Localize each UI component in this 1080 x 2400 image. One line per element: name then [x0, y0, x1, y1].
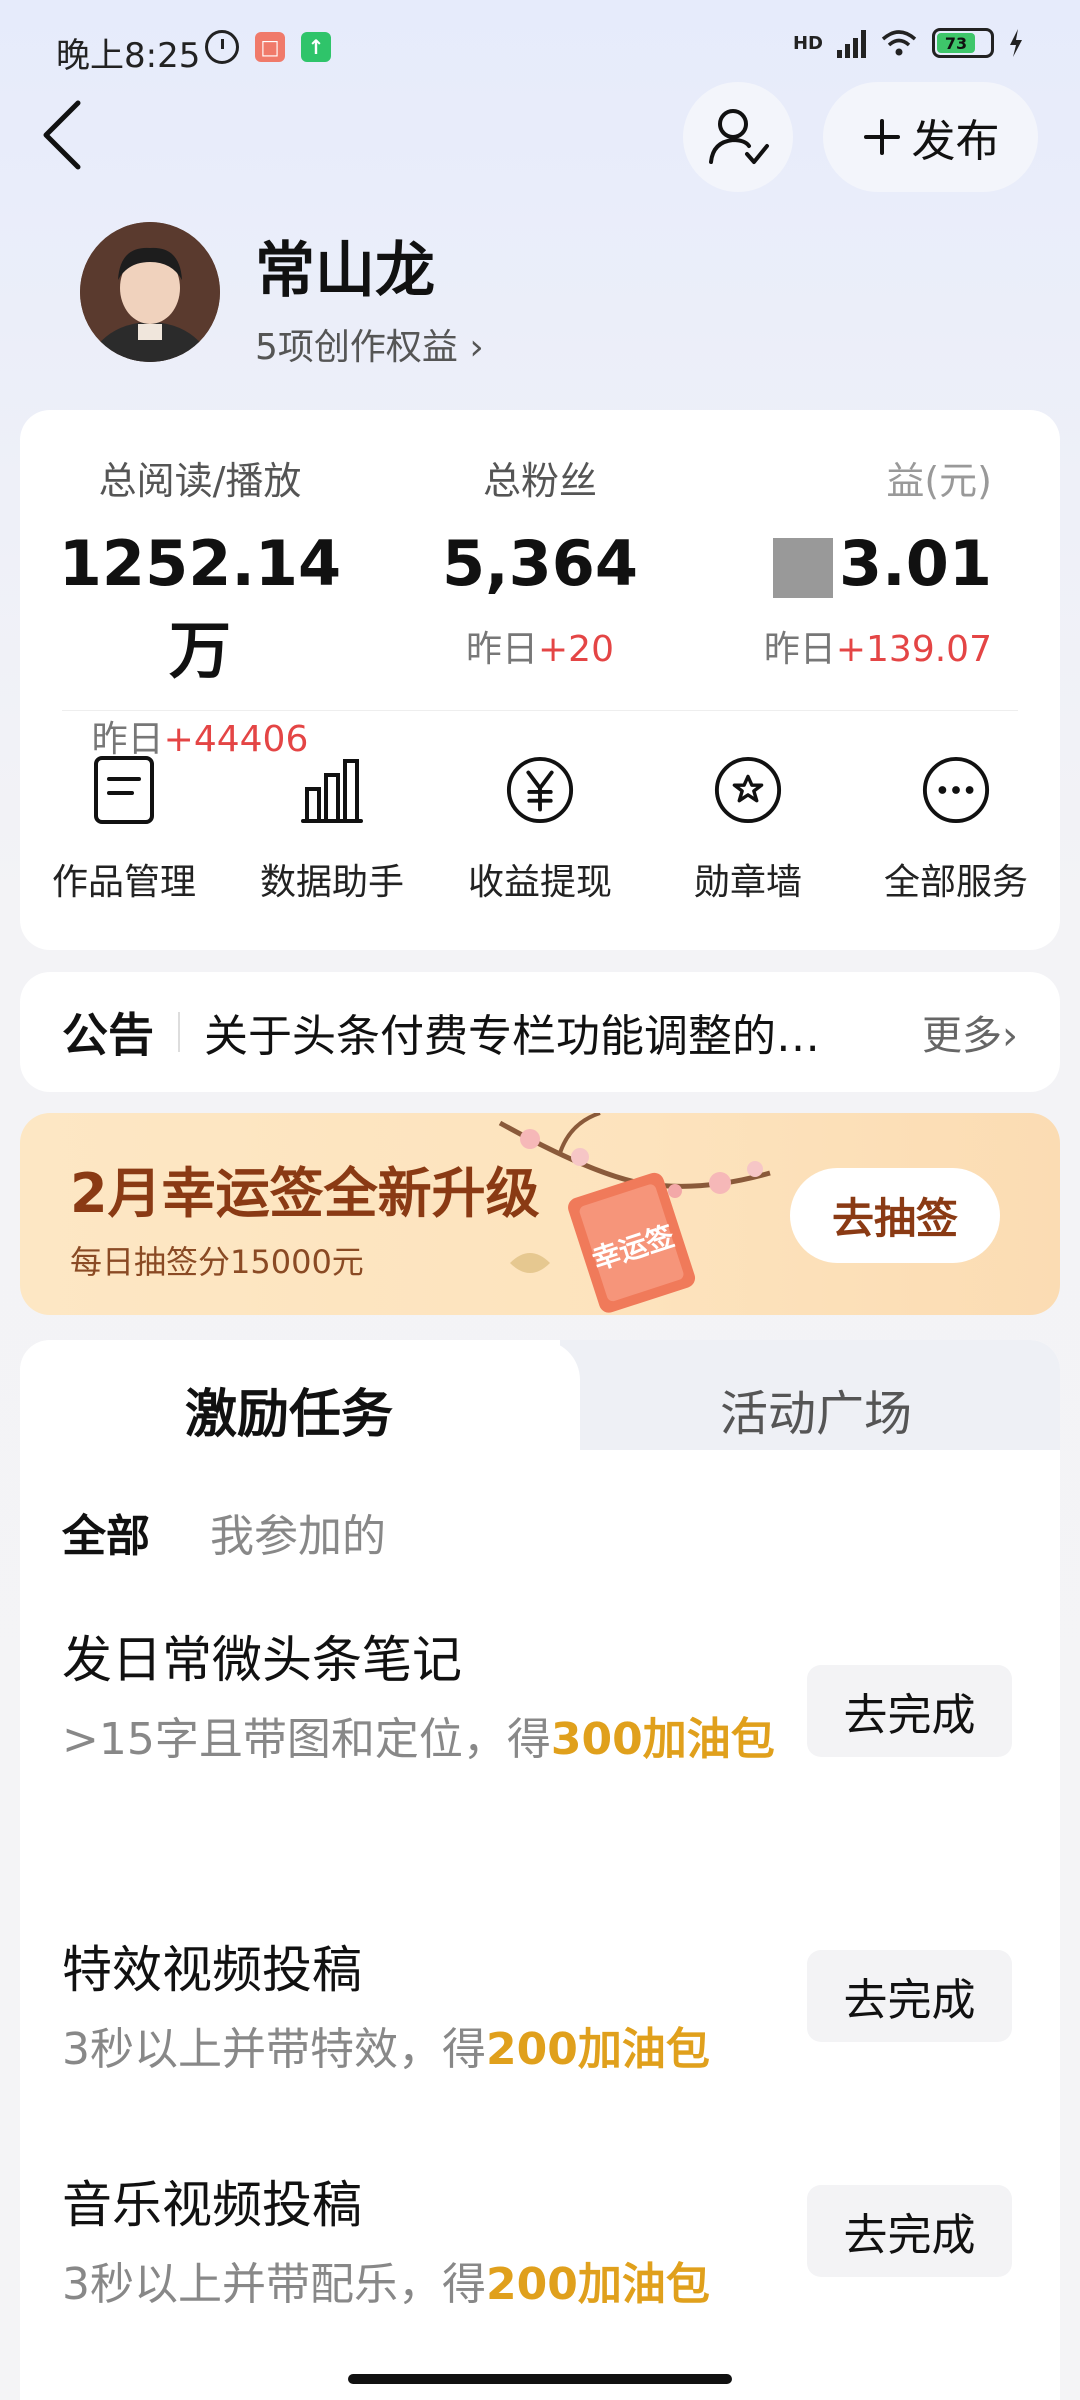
status-time: 晚上8:25 [56, 36, 201, 76]
task-complete-button[interactable]: 去完成 [807, 1950, 1012, 2042]
stat-fans-value: 5,364 [441, 527, 639, 600]
avatar-image [80, 222, 220, 362]
tool-label: 全部服务 [883, 862, 1028, 903]
task-desc: 3秒以上并带配乐，得200加油包 [62, 2255, 782, 2314]
notice-title: 公告 [62, 1008, 154, 1062]
tool-works-management[interactable]: 作品管理 [24, 755, 224, 905]
tool-all-services[interactable]: 全部服务 [856, 755, 1056, 905]
publish-label: 发布 [911, 116, 1000, 167]
bar-chart-icon [297, 755, 367, 825]
username: 常山龙 [255, 236, 435, 306]
tool-label: 作品管理 [51, 862, 196, 903]
notice-separator [178, 1012, 180, 1052]
tool-label: 勋章墙 [693, 862, 802, 903]
task-complete-button[interactable]: 去完成 [807, 2185, 1012, 2277]
task-complete-button[interactable]: 去完成 [807, 1665, 1012, 1757]
publish-button[interactable]: 发布 [823, 82, 1038, 192]
battery-icon: 73 [932, 28, 994, 58]
tool-label: 收益提现 [467, 862, 612, 903]
user-check-icon [709, 109, 769, 164]
battery-level: 73 [937, 33, 975, 53]
task-desc: >15字且带图和定位，得300加油包 [62, 1710, 782, 1769]
yen-icon [505, 755, 575, 825]
lucky-draw-banner[interactable]: 幸运签 2月幸运签全新升级 每日抽签分15000元 去抽签 [20, 1113, 1060, 1315]
task-reward: 300加油包 [550, 1714, 775, 1765]
stat-fans[interactable]: 总粉丝 5,364 昨日+20 [375, 450, 705, 672]
stat-fans-label: 总粉丝 [482, 459, 597, 503]
filter-joined[interactable]: 我参加的 [210, 1500, 386, 1564]
tool-row: 作品管理 数据助手 收益提现 勋章墙 全部服务 [20, 755, 1060, 905]
task-item: 音乐视频投稿 3秒以上并带配乐，得200加油包 去完成 [62, 2165, 1012, 2314]
task-reward: 200加油包 [486, 2024, 710, 2075]
task-reward: 200加油包 [486, 2259, 710, 2310]
user-verify-button[interactable] [683, 82, 793, 192]
tab-incentive-tasks-label[interactable]: 激励任务 [185, 1372, 393, 1447]
back-button[interactable] [40, 95, 100, 175]
task-desc-text: 3秒以上并带配乐，得 [62, 2259, 486, 2310]
status-icons-left: □ ↑ [205, 30, 331, 64]
stat-reads-sub-prefix: 昨日 [91, 719, 164, 760]
tool-medal-wall[interactable]: 勋章墙 [648, 755, 848, 905]
notice-more-link[interactable]: 更多› [922, 1003, 1018, 1061]
tab-activity-square[interactable]: 活动广场 [720, 1374, 912, 1444]
task-desc: 3秒以上并带特效，得200加油包 [62, 2020, 782, 2079]
stat-reads-change: +44406 [163, 719, 309, 760]
more-icon [921, 755, 991, 825]
upload-app-icon: ↑ [301, 32, 331, 62]
home-indicator[interactable] [348, 2374, 732, 2384]
task-panel: 激励任务 活动广场 全部 我参加的 发日常微头条笔记 >15字且带图和定位，得3… [20, 1340, 1060, 2400]
document-icon [89, 755, 159, 825]
task-desc-text: 3秒以上并带特效，得 [62, 2024, 486, 2075]
notice-bar[interactable]: 公告 关于头条付费专栏功能调整的… 更多› [20, 972, 1060, 1092]
stat-income-sub-prefix: 昨日 [763, 629, 836, 670]
stat-reads[interactable]: 总阅读/播放 1252.14万 昨日+44406 [35, 450, 365, 762]
card-divider [62, 710, 1018, 711]
charging-icon [1010, 29, 1022, 57]
stat-income[interactable]: 益(元) 3.01 昨日+139.07 [720, 450, 1040, 672]
creator-rights-link[interactable]: 5项创作权益 › [255, 318, 484, 370]
notice-text[interactable]: 关于头条付费专栏功能调整的… [204, 1000, 902, 1064]
stats-card: 总阅读/播放 1252.14万 昨日+44406 总粉丝 5,364 昨日+20… [20, 410, 1060, 950]
medal-icon [713, 755, 783, 825]
draw-lottery-button[interactable]: 去抽签 [790, 1168, 1000, 1263]
stat-income-change: +139.07 [835, 629, 992, 670]
banner-title: 2月幸运签全新升级 [70, 1162, 540, 1225]
stat-reads-value: 1252.14万 [58, 527, 342, 687]
task-desc-text: >15字且带图和定位，得 [62, 1714, 551, 1765]
notification-app-icon: □ [255, 32, 285, 62]
avatar[interactable] [80, 222, 220, 362]
redacted-block [773, 537, 834, 598]
task-item: 发日常微头条笔记 >15字且带图和定位，得300加油包 去完成 [62, 1620, 1012, 1769]
network-type-label: HD [792, 32, 823, 54]
task-item: 特效视频投稿 3秒以上并带特效，得200加油包 去完成 [62, 1930, 1012, 2079]
stat-fans-change: +20 [538, 629, 614, 670]
tool-data-assistant[interactable]: 数据助手 [232, 755, 432, 905]
stat-income-value-row: 3.01 [720, 527, 992, 600]
banner-subtitle: 每日抽签分15000元 [70, 1243, 364, 1281]
back-arrow-icon [43, 100, 81, 170]
signal-icon [837, 28, 866, 58]
stat-income-value: 3.01 [839, 527, 992, 600]
wifi-icon [881, 30, 917, 56]
stat-income-label: 益(元) [886, 459, 992, 503]
status-icons-right: HD 73 [793, 28, 1024, 58]
alarm-icon [205, 30, 239, 64]
plus-icon [863, 119, 900, 155]
tool-label: 数据助手 [259, 862, 404, 903]
stat-fans-sub-prefix: 昨日 [466, 629, 539, 670]
filter-all[interactable]: 全部 [62, 1500, 150, 1564]
tool-income-withdraw[interactable]: 收益提现 [440, 755, 640, 905]
stat-fans-sub: 昨日+20 [375, 620, 705, 672]
stat-income-sub: 昨日+139.07 [720, 620, 992, 672]
stat-reads-label: 总阅读/播放 [98, 459, 302, 503]
